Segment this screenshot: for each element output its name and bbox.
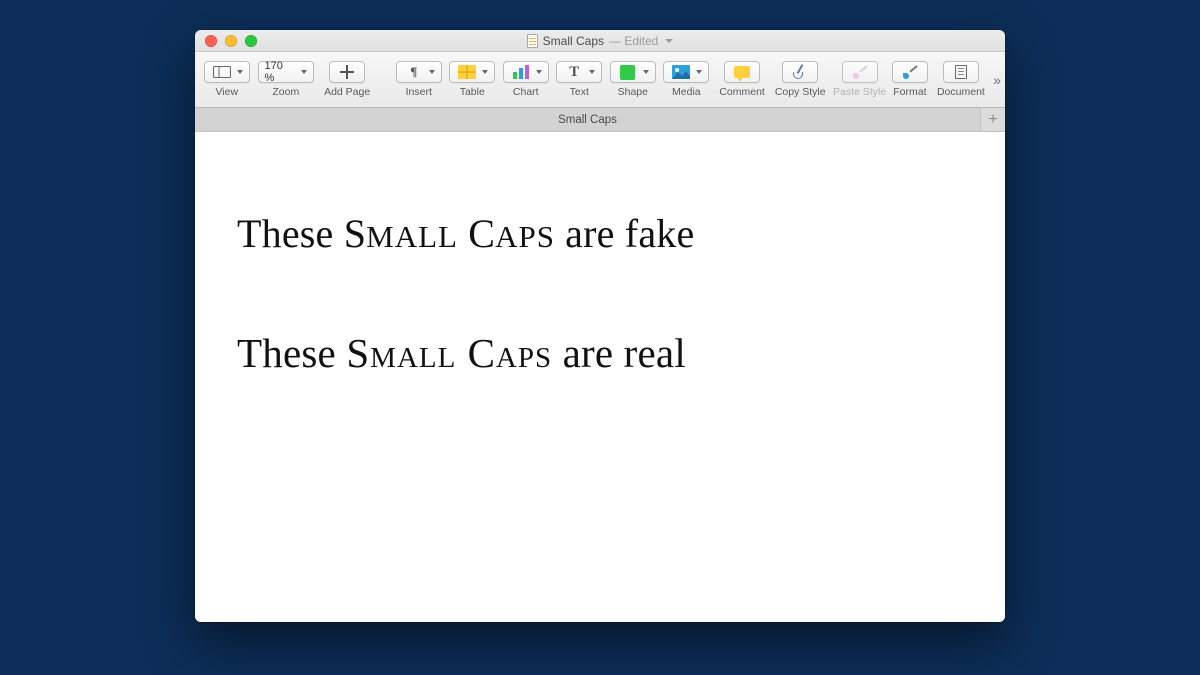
paragraph-icon: ¶ xyxy=(403,64,425,80)
comment-button[interactable] xyxy=(724,61,760,83)
comment-label: Comment xyxy=(719,86,765,98)
add-page-item: Add Page xyxy=(319,61,375,98)
app-window: Small Caps — Edited View 170 % xyxy=(195,30,1005,622)
paste-style-label: Paste Style xyxy=(833,86,886,98)
text-icon: T xyxy=(563,64,585,80)
table-button[interactable] xyxy=(449,61,495,83)
text-run: These xyxy=(237,211,344,256)
shape-icon xyxy=(617,64,639,80)
titlebar: Small Caps — Edited xyxy=(195,30,1005,52)
zoom-label: Zoom xyxy=(272,86,299,98)
chart-item: Chart xyxy=(500,61,552,98)
shape-button[interactable] xyxy=(610,61,656,83)
format-item: Format xyxy=(889,61,931,98)
chevron-down-icon xyxy=(482,70,488,74)
media-icon xyxy=(670,64,692,80)
add-page-label: Add Page xyxy=(324,86,370,98)
text-label: Text xyxy=(570,86,589,98)
toolbar-overflow-button[interactable]: » xyxy=(993,72,999,88)
eyedropper-icon xyxy=(789,64,811,80)
document-canvas[interactable]: These SMALL CAPS are fake These Small Ca… xyxy=(195,132,1005,622)
chevron-down-icon xyxy=(301,70,307,74)
toolbar-group-right: Format Document xyxy=(889,61,1005,98)
insert-item: ¶ Insert xyxy=(393,61,445,98)
document-tab[interactable]: Small Caps xyxy=(195,108,981,131)
document-status: — Edited xyxy=(609,34,658,48)
toolbar: View 170 % Zoom Add Page ¶ xyxy=(195,52,1005,108)
format-label: Format xyxy=(893,86,926,98)
text-run: are fake xyxy=(555,211,694,256)
copy-style-button[interactable] xyxy=(782,61,818,83)
chart-button[interactable] xyxy=(503,61,549,83)
media-label: Media xyxy=(672,86,701,98)
window-title[interactable]: Small Caps — Edited xyxy=(195,34,1005,48)
chevron-down-icon xyxy=(696,70,702,74)
chart-icon xyxy=(510,64,532,80)
chevron-down-icon xyxy=(643,70,649,74)
document-name: Small Caps xyxy=(543,34,604,48)
document-label: Document xyxy=(937,86,985,98)
chevron-down-icon xyxy=(589,70,595,74)
shape-label: Shape xyxy=(618,86,648,98)
zoom-item: 170 % Zoom xyxy=(255,61,318,98)
copy-style-label: Copy Style xyxy=(775,86,826,98)
chevron-down-icon xyxy=(429,70,435,74)
text-button[interactable]: T xyxy=(556,61,602,83)
comment-icon xyxy=(731,64,753,80)
insert-label: Insert xyxy=(406,86,432,98)
document-button[interactable] xyxy=(943,61,979,83)
plus-icon xyxy=(336,64,358,80)
view-label: View xyxy=(215,86,238,98)
text-run: are real xyxy=(552,330,686,376)
document-icon xyxy=(527,34,538,48)
document-item: Document xyxy=(933,61,989,98)
paste-style-button[interactable] xyxy=(842,61,878,83)
table-icon xyxy=(456,64,478,80)
add-page-button[interactable] xyxy=(329,61,365,83)
toolbar-group-left: View 170 % Zoom Add Page ¶ xyxy=(201,61,889,98)
shape-item: Shape xyxy=(607,61,659,98)
chart-label: Chart xyxy=(513,86,539,98)
insert-button[interactable]: ¶ xyxy=(396,61,442,83)
format-button[interactable] xyxy=(892,61,928,83)
tab-strip: Small Caps + xyxy=(195,108,1005,132)
close-window-button[interactable] xyxy=(205,35,217,47)
text-run: These xyxy=(237,330,346,376)
zoom-value: 170 % xyxy=(265,60,298,84)
copy-style-item: Copy Style xyxy=(772,61,828,98)
minimize-window-button[interactable] xyxy=(225,35,237,47)
media-item: Media xyxy=(661,61,713,98)
zoom-button[interactable]: 170 % xyxy=(258,61,315,83)
tab-label: Small Caps xyxy=(558,114,617,126)
table-label: Table xyxy=(460,86,485,98)
text-line-fake[interactable]: These SMALL CAPS are fake xyxy=(237,210,963,257)
document-lines-icon xyxy=(950,64,972,80)
paintbrush-icon xyxy=(899,64,921,80)
fake-small-caps: SMALL CAPS xyxy=(344,211,555,256)
view-button[interactable] xyxy=(204,61,250,83)
media-button[interactable] xyxy=(663,61,709,83)
window-controls xyxy=(195,35,257,47)
comment-item: Comment xyxy=(714,61,770,98)
text-item: T Text xyxy=(554,61,606,98)
view-item: View xyxy=(201,61,253,98)
new-tab-button[interactable]: + xyxy=(981,108,1005,131)
fullscreen-window-button[interactable] xyxy=(245,35,257,47)
chevron-down-icon xyxy=(536,70,542,74)
chevron-down-icon xyxy=(237,70,243,74)
paste-style-item: Paste Style xyxy=(830,61,889,98)
table-item: Table xyxy=(447,61,499,98)
paintbrush-icon xyxy=(849,64,871,80)
view-icon xyxy=(211,64,233,80)
real-small-caps: Small Caps xyxy=(346,330,552,376)
chevron-down-icon xyxy=(665,39,673,43)
text-line-real[interactable]: These Small Caps are real xyxy=(237,329,963,377)
